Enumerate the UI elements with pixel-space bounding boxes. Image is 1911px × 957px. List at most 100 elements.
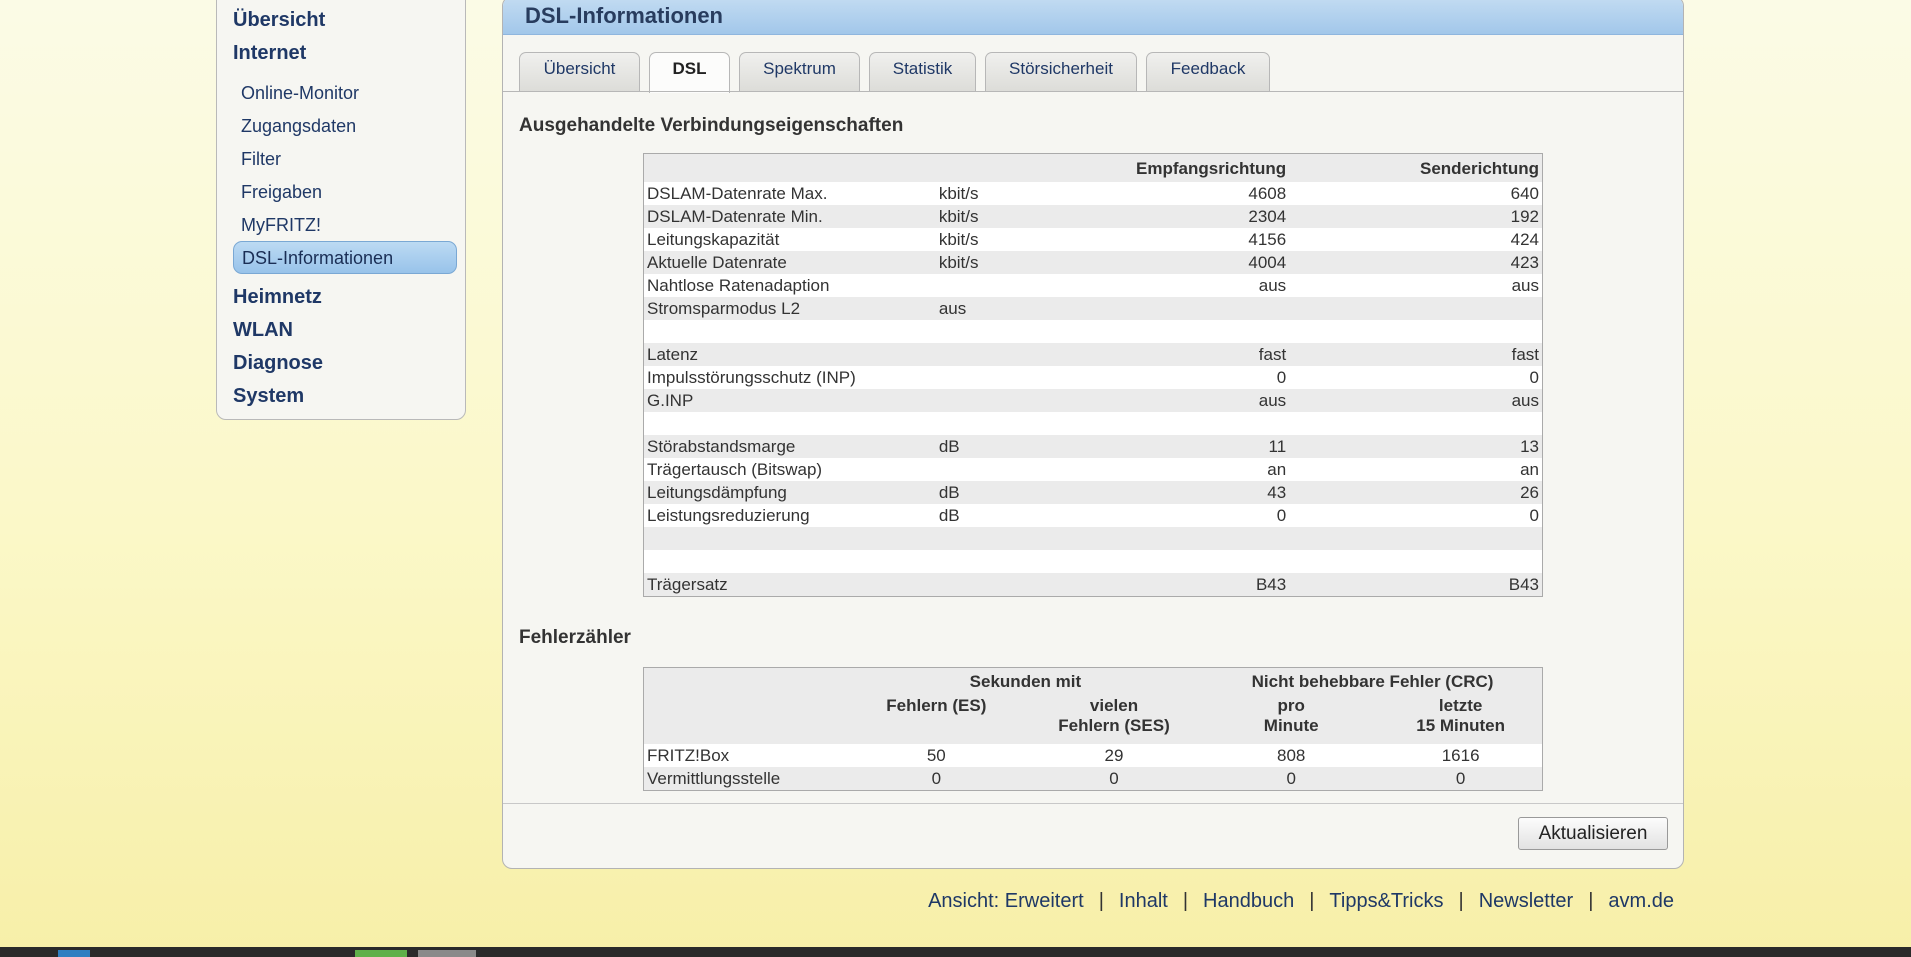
row-down-value: 4608 [1248, 184, 1287, 203]
header-blank [936, 154, 1086, 183]
connection-table: Empfangsrichtung Senderichtung DSLAM-Dat… [643, 153, 1543, 597]
row-label: DSLAM-Datenrate Min. [647, 207, 823, 226]
row-up-value [1289, 320, 1542, 343]
tab-stoersicherheit[interactable]: Störsicherheit [985, 52, 1137, 92]
footer-separator: | [1588, 890, 1594, 912]
row-up-value: 424 [1510, 230, 1539, 249]
nav-item-uebersicht[interactable]: Übersicht [233, 9, 325, 32]
sidebar-nav: Übersicht Internet Online-Monitor Zugang… [216, 0, 466, 420]
row-label: G.INP [647, 391, 694, 410]
header-15-line1: letzte [1438, 696, 1483, 715]
footer-links: Ansicht: Erweitert | Inhalt | Handbuch | Tipps… [928, 890, 1674, 913]
row-up-value [1289, 297, 1542, 320]
nav-item-filter[interactable]: Filter [241, 149, 281, 170]
header-crc: Nicht behebbare Fehler (CRC) [1251, 672, 1494, 691]
row-unit [936, 573, 1086, 597]
row-up-value: aus [1511, 391, 1539, 410]
footer-link-avm[interactable]: avm.de [1608, 890, 1674, 912]
row-label: DSLAM-Datenrate Max. [647, 184, 828, 203]
nav-item-myfritz[interactable]: MyFRITZ! [241, 215, 321, 236]
connection-row: Latenz fast fast [643, 343, 1543, 366]
row-up-value [1289, 550, 1542, 573]
footer-link-newsletter[interactable]: Newsletter [1479, 890, 1573, 912]
row-unit: kbit/s [938, 230, 979, 249]
row-label: Trägertausch (Bitswap) [647, 460, 823, 479]
row-unit [936, 366, 1086, 389]
row-unit [936, 320, 1086, 343]
connection-row: Impulsstörungsschutz (INP) 0 0 [643, 366, 1543, 389]
header-ses-line1: vielen [1089, 696, 1139, 715]
row-unit [936, 343, 1086, 366]
row-label: Störabstandsmarge [647, 437, 796, 456]
nav-item-online-monitor[interactable]: Online-Monitor [241, 83, 359, 104]
connection-row: Störabstandsmarge dB 11 13 [643, 435, 1543, 458]
nav-item-wlan[interactable]: WLAN [233, 319, 293, 342]
row-unit [936, 458, 1086, 481]
row-up-value: B43 [1508, 575, 1539, 594]
header-es: Fehlern (ES) [848, 696, 1025, 744]
taskbar-app-icon[interactable] [355, 950, 407, 957]
nav-item-diagnose[interactable]: Diagnose [233, 352, 323, 375]
tab-feedback[interactable]: Feedback [1146, 52, 1270, 92]
header-es-text: Fehlern (ES) [886, 696, 987, 715]
connection-row: Nahtlose Ratenadaption aus aus [643, 274, 1543, 297]
row-ses-value: 29 [1104, 746, 1124, 765]
row-label: Leitungsdämpfung [647, 483, 787, 502]
tab-dsl[interactable]: DSL [649, 52, 730, 93]
connection-row [643, 550, 1543, 573]
row-unit [936, 527, 1086, 550]
row-unit: dB [938, 437, 960, 456]
row-unit: kbit/s [938, 207, 979, 226]
tab-statistik[interactable]: Statistik [869, 52, 976, 92]
nav-item-zugangsdaten[interactable]: Zugangsdaten [241, 116, 356, 137]
tab-spektrum[interactable]: Spektrum [739, 52, 860, 92]
row-label [644, 527, 936, 550]
nav-item-system[interactable]: System [233, 385, 304, 408]
refresh-button[interactable]: Aktualisieren [1518, 817, 1668, 850]
nav-item-freigaben[interactable]: Freigaben [241, 182, 322, 203]
connection-header-row: Empfangsrichtung Senderichtung [643, 153, 1543, 183]
row-down-value: 4156 [1248, 230, 1287, 249]
tab-uebersicht[interactable]: Übersicht [519, 52, 640, 92]
header-empfangsrichtung: Empfangsrichtung [1136, 158, 1287, 178]
row-up-value: 13 [1520, 437, 1539, 456]
connection-row [643, 320, 1543, 343]
row-down-value [1086, 550, 1289, 573]
error-heading: Fehlerzähler [519, 627, 631, 648]
error-row: Vermittlungsstelle 0 0 0 0 [643, 767, 1543, 791]
nav-item-heimnetz[interactable]: Heimnetz [233, 286, 322, 309]
connection-row [643, 527, 1543, 550]
row-up-value: 26 [1520, 483, 1539, 502]
row-unit [936, 550, 1086, 573]
header-sekunden-mit: Sekunden mit [969, 672, 1082, 691]
header-senderichtung: Senderichtung [1419, 158, 1539, 178]
row-crc-min-value: 808 [1277, 746, 1306, 765]
taskbar-app-icon[interactable] [58, 950, 90, 957]
page-title: DSL-Informationen [525, 3, 723, 28]
row-crc-15-value: 0 [1455, 769, 1466, 788]
row-unit: kbit/s [938, 184, 979, 203]
row-up-value: 640 [1510, 184, 1539, 203]
nav-item-dsl-informationen[interactable]: DSL-Informationen [233, 241, 457, 274]
row-down-value [1086, 320, 1289, 343]
footer-link-view[interactable]: Ansicht: Erweitert [928, 890, 1084, 912]
row-label: Leistungsreduzierung [647, 506, 810, 525]
connection-row: Trägersatz B43 B43 [643, 573, 1543, 597]
footer-link-inhalt[interactable]: Inhalt [1119, 890, 1168, 912]
row-label [644, 320, 936, 343]
row-up-value: aus [1511, 276, 1539, 295]
row-label: Latenz [647, 345, 699, 364]
connection-heading: Ausgehandelte Verbindungseigenschaften [519, 115, 904, 136]
row-label [644, 550, 936, 573]
header-pm-line1: pro [1277, 696, 1305, 715]
nav-item-internet[interactable]: Internet [233, 42, 306, 65]
row-crc-min-value: 0 [1286, 769, 1296, 788]
footer-link-handbuch[interactable]: Handbuch [1203, 890, 1294, 912]
footer-link-tipps[interactable]: Tipps&Tricks [1329, 890, 1443, 912]
row-down-value: an [1267, 460, 1287, 479]
header-15-minuten: letzte 15 Minuten [1379, 696, 1542, 744]
row-down-value: 0 [1276, 506, 1287, 525]
row-down-value: fast [1258, 345, 1287, 364]
taskbar-app-icon[interactable] [418, 950, 476, 957]
connection-row: Leitungskapazität kbit/s 4156 424 [643, 228, 1543, 251]
